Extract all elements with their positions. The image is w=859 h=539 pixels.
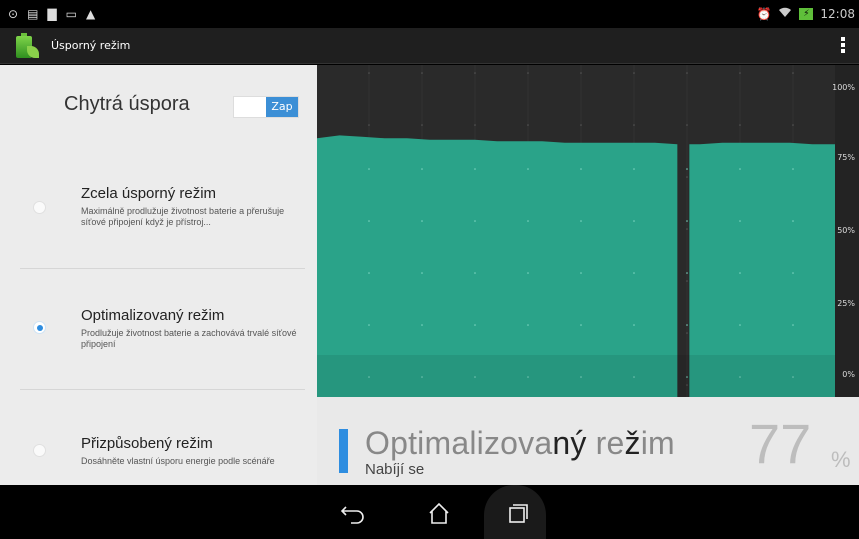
toggle-on-label: Zap xyxy=(266,97,298,117)
mode-radio-custom[interactable] xyxy=(33,444,46,457)
grid-dot xyxy=(421,324,423,326)
wifi-icon xyxy=(778,6,792,21)
smart-saving-toggle[interactable]: Zap xyxy=(233,96,299,118)
grid-dot xyxy=(739,324,741,326)
grid-dot xyxy=(580,324,582,326)
chart-bottom-shade xyxy=(317,355,835,397)
mode-description: Prodlužuje životnost baterie a zachovává… xyxy=(81,328,297,349)
battery-charging-icon: ⚡ xyxy=(799,7,814,20)
mode-option-custom[interactable]: Přizpůsobený režim Dosáhněte vlastní úsp… xyxy=(0,434,317,474)
mode-option-ultra-saving[interactable]: Zcela úsporný režim Maximálně prodlužuje… xyxy=(0,183,317,253)
back-icon[interactable] xyxy=(333,493,371,531)
mode-title: Optimalizovaný režim xyxy=(81,307,225,324)
grid-dot xyxy=(527,220,529,222)
grid-dot xyxy=(421,168,423,170)
warning-icon: ▲ xyxy=(85,7,96,21)
grid-dot xyxy=(792,220,794,222)
grid-dot xyxy=(527,168,529,170)
grid-dot xyxy=(527,324,529,326)
grid-dot xyxy=(580,220,582,222)
battery-app-icon[interactable] xyxy=(12,32,40,60)
grid-dot xyxy=(527,272,529,274)
gallery-icon: ▭ xyxy=(65,7,77,21)
overflow-menu-icon[interactable] xyxy=(841,37,845,55)
grid-dot xyxy=(421,220,423,222)
percent-sign: % xyxy=(831,447,851,472)
mode-option-optimized[interactable]: Optimalizovaný režim Prodlužuje životnos… xyxy=(0,305,317,375)
navigation-bar xyxy=(0,485,859,539)
status-right: ⏰ ⚡ 12:08 xyxy=(756,6,855,21)
divider xyxy=(20,268,305,269)
action-bar: Úsporný režim xyxy=(0,28,859,64)
mode-title: Zcela úsporný režim xyxy=(81,185,217,202)
sync-icon: ⊙ xyxy=(8,7,19,21)
grid-dot xyxy=(792,272,794,274)
grid-dot xyxy=(633,220,635,222)
y-tick-label: 100% xyxy=(832,83,855,92)
home-icon[interactable] xyxy=(420,493,458,531)
grid-dot xyxy=(474,220,476,222)
mode-list-panel: Chytrá úspora Zap Zcela úsporný režim Ma… xyxy=(0,65,317,485)
y-tick-label: 0% xyxy=(842,370,855,379)
grid-dot xyxy=(686,324,688,326)
y-tick-label: 75% xyxy=(837,153,855,162)
battery-chart-svg xyxy=(317,65,859,397)
grid-dot xyxy=(474,272,476,274)
mode-accent-bar xyxy=(339,429,348,473)
grid-dot xyxy=(792,168,794,170)
grid-dot xyxy=(474,324,476,326)
status-time: 12:08 xyxy=(820,6,855,21)
y-tick-label: 25% xyxy=(837,299,855,308)
grid-dot xyxy=(368,168,370,170)
grid-dot xyxy=(368,272,370,274)
battery-percent: 77 xyxy=(749,412,812,475)
y-tick-label: 50% xyxy=(837,226,855,235)
mode-description: Maximálně prodlužuje životnost baterie a… xyxy=(81,206,285,227)
mode-description: Dosáhněte vlastní úsporu energie podle s… xyxy=(81,456,275,466)
grid-dot xyxy=(686,220,688,222)
charging-status: Nabíjí se xyxy=(365,461,425,478)
status-bar: ⊙ ▤ ▇ ▭ ▲ ⏰ ⚡ 12:08 xyxy=(0,0,859,28)
smart-saving-label: Chytrá úspora xyxy=(64,93,190,115)
document-icon: ▇ xyxy=(47,7,57,21)
app-title: Úsporný režim xyxy=(51,39,131,52)
mode-radio-ultra-saving[interactable] xyxy=(33,201,46,214)
current-mode-panel: Optimalizovaný režim Nabíjí se 77 % xyxy=(317,397,859,485)
grid-dot xyxy=(739,168,741,170)
grid-dot xyxy=(580,272,582,274)
mode-radio-optimized[interactable] xyxy=(33,321,46,334)
signal-icon: ▤ xyxy=(27,7,39,21)
recent-apps-icon[interactable] xyxy=(498,493,536,531)
grid-dot xyxy=(421,272,423,274)
grid-dot xyxy=(633,272,635,274)
current-mode-name: Optimalizovaný režim xyxy=(365,425,675,461)
grid-dot xyxy=(739,272,741,274)
alarm-icon: ⏰ xyxy=(756,6,772,21)
grid-dot xyxy=(739,220,741,222)
grid-dot xyxy=(633,324,635,326)
grid-dot xyxy=(368,220,370,222)
grid-dot xyxy=(368,324,370,326)
divider xyxy=(20,389,305,390)
grid-dot xyxy=(686,168,688,170)
mode-title: Přizpůsobený režim xyxy=(81,435,213,452)
status-left-icons: ⊙ ▤ ▇ ▭ ▲ xyxy=(8,6,95,22)
grid-dot xyxy=(474,168,476,170)
battery-usage-chart: 100% 75% 50% 25% 0% xyxy=(317,65,859,397)
grid-dot xyxy=(686,272,688,274)
grid-dot xyxy=(633,168,635,170)
grid-dot xyxy=(580,168,582,170)
grid-dot xyxy=(792,324,794,326)
